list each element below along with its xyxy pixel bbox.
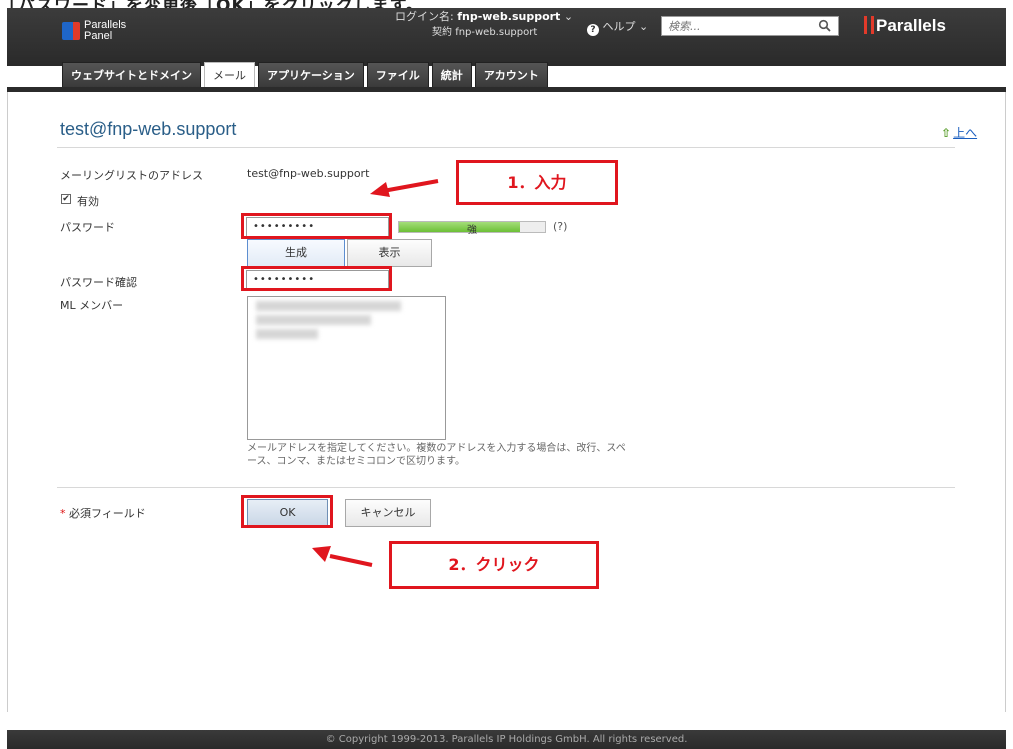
screenshot-root: 「パスワード」を変更後「OK」をクリックします。 Parallels Panel…	[0, 0, 1013, 749]
step1-callout: 1．入力	[456, 160, 618, 205]
arrow-to-ok-icon	[312, 546, 373, 567]
footer-copyright: © Copyright 1999-2013. Parallels IP Hold…	[7, 730, 1006, 749]
step2-callout: 2．クリック	[389, 541, 599, 589]
arrow-to-password-icon	[370, 179, 439, 197]
annotation-arrows	[312, 179, 439, 567]
